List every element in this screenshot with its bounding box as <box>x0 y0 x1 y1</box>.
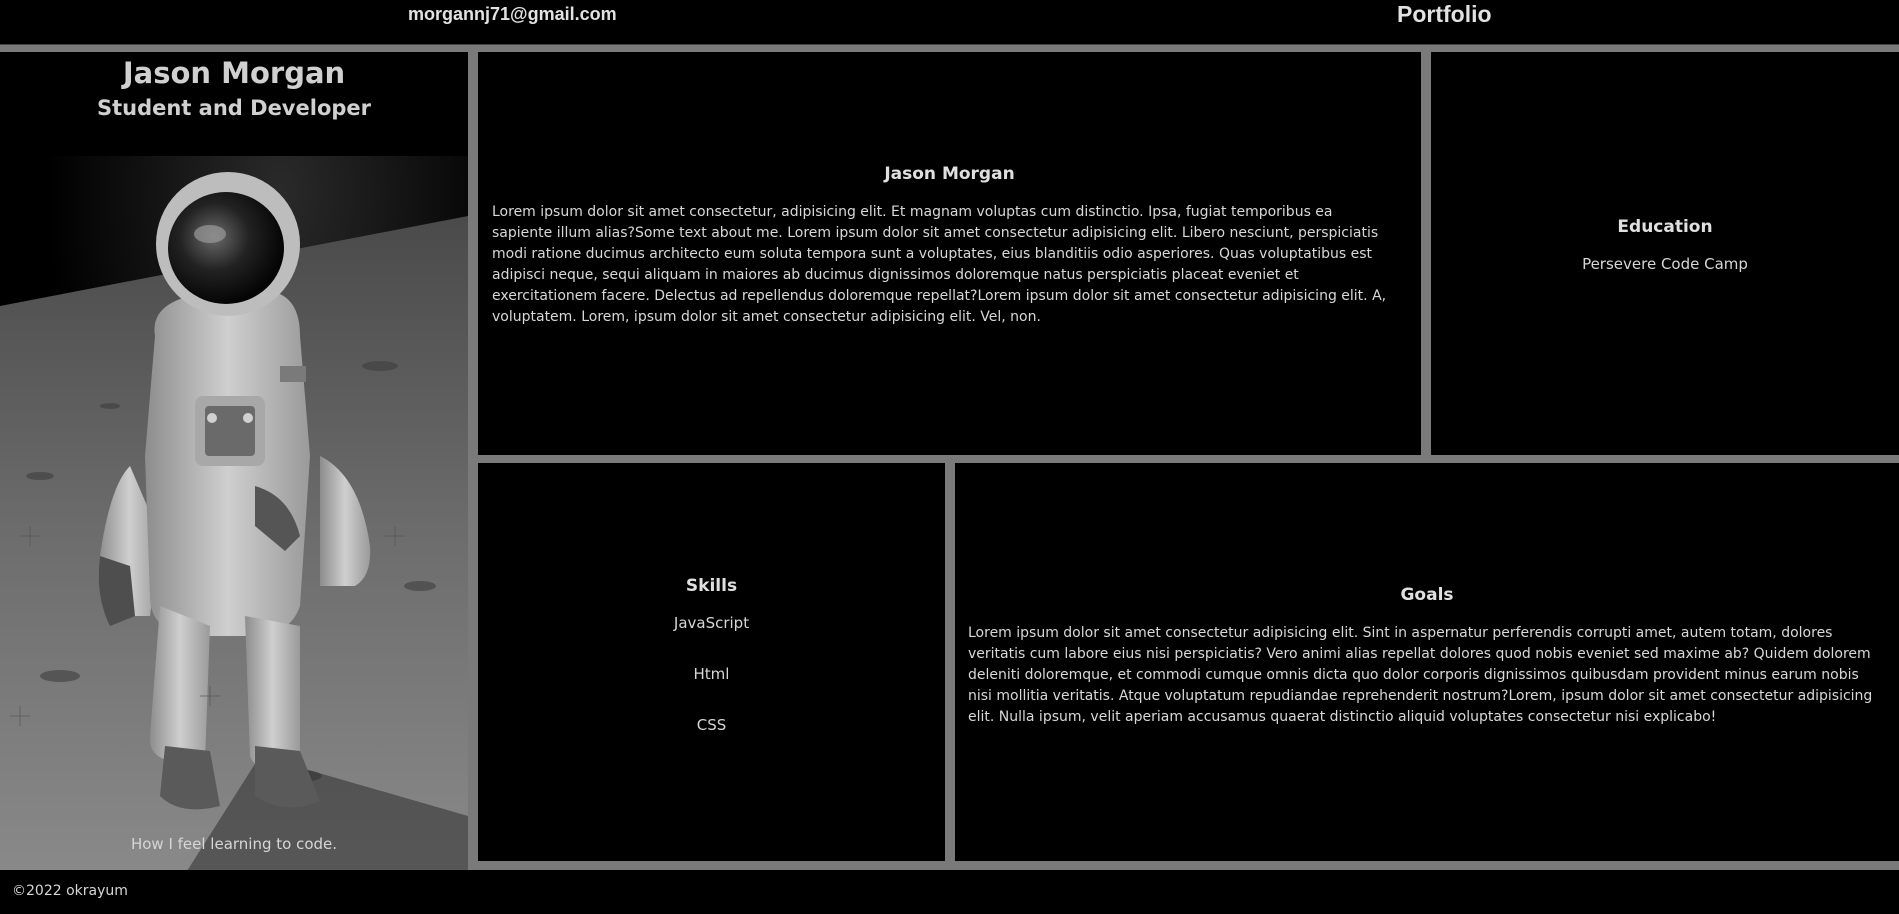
goals-text: Lorem ipsum dolor sit amet consectetur a… <box>968 625 1873 725</box>
site-footer: ©2022 okrayum <box>0 870 1899 914</box>
education-title: Education <box>1617 217 1713 237</box>
about-section: Jason Morgan Lorem ipsum dolor sit amet … <box>478 52 1421 455</box>
skills-title: Skills <box>685 576 738 596</box>
goals-title: Goals <box>1400 585 1454 605</box>
site-header: morgannj71@gmail.com Portfolio <box>0 0 1899 45</box>
profile-role: Student and Developer <box>96 96 371 120</box>
profile-name: Jason Morgan <box>122 56 346 90</box>
photo-caption: How I feel learning to code. <box>130 835 338 853</box>
about-text: Lorem ipsum dolor sit amet consectetur, … <box>492 204 1387 325</box>
skill-item: JavaScript <box>673 614 750 632</box>
copyright-text: ©2022 okrayum <box>12 883 128 899</box>
skill-item: CSS <box>696 716 727 734</box>
about-title: Jason Morgan <box>884 164 1015 184</box>
skill-item: Html <box>693 665 730 683</box>
goals-section: Goals Lorem ipsum dolor sit amet consect… <box>955 463 1899 861</box>
skills-section: Skills JavaScript Html CSS <box>478 463 945 861</box>
astronaut-photo <box>0 156 468 882</box>
education-section: Education Persevere Code Camp <box>1431 52 1899 455</box>
site-title[interactable]: Portfolio <box>1397 1 1492 28</box>
education-item: Persevere Code Camp <box>1582 255 1748 273</box>
contact-email[interactable]: morgannj71@gmail.com <box>408 4 617 25</box>
profile-panel: Jason Morgan Student and Developer How I… <box>0 52 468 882</box>
